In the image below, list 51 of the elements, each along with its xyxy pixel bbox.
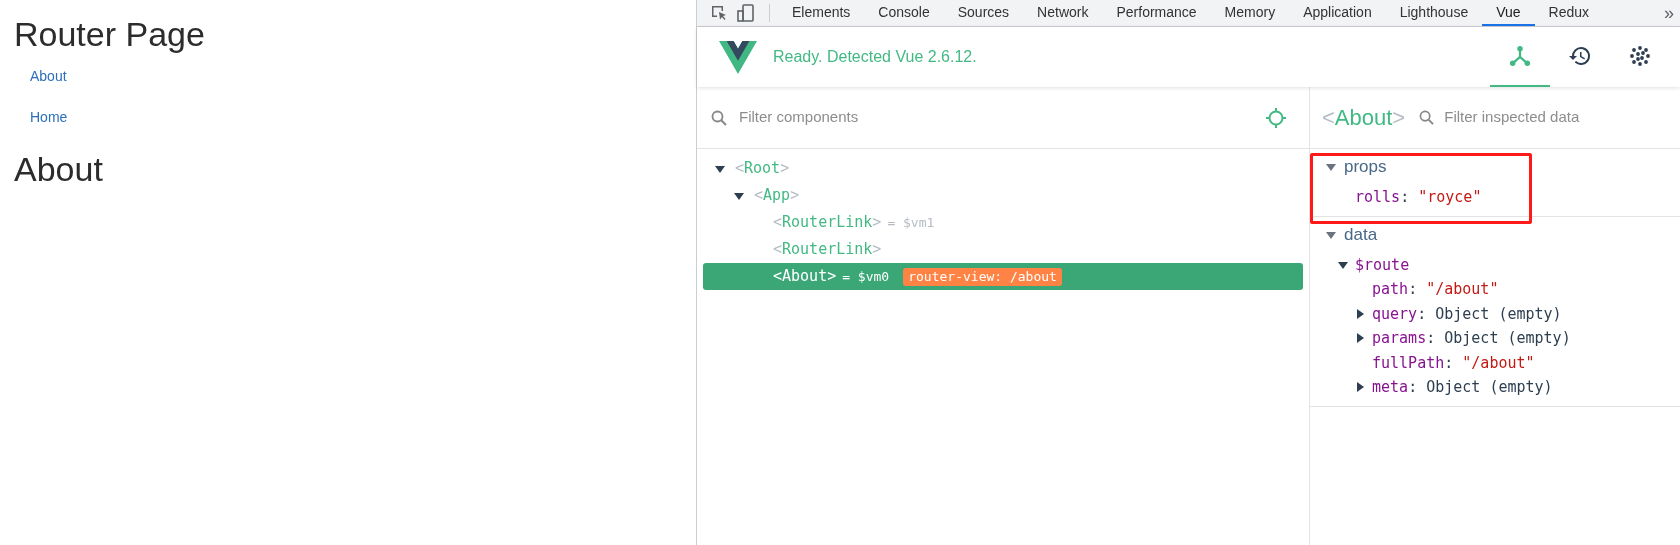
property-row-text: path: "/about": [1372, 279, 1499, 300]
devtools-tab[interactable]: Application: [1289, 0, 1386, 26]
search-icon: [711, 109, 727, 126]
property-row-text: meta: Object (empty): [1372, 377, 1553, 398]
dots-grid-icon[interactable]: [1630, 46, 1650, 66]
section-title[interactable]: props: [1344, 154, 1387, 180]
nav-link[interactable]: Home: [30, 107, 68, 127]
filter-data-field[interactable]: Filter inspected data: [1444, 106, 1668, 129]
devtools-tab[interactable]: Elements: [778, 0, 865, 26]
filter-components-field[interactable]: Filter components: [739, 106, 1265, 129]
devtools-tab[interactable]: Network: [1023, 0, 1103, 26]
collapse-arrow-icon[interactable]: [1338, 259, 1348, 270]
component-name: <App>: [754, 185, 800, 207]
component-name: <RouterLink>: [773, 212, 882, 234]
property-row-text: fullPath: "/about": [1372, 352, 1535, 374]
property-row-text: rolls: "royce": [1355, 187, 1482, 208]
page-title: Router Page: [14, 14, 206, 55]
instance-ref: = $vm1: [887, 213, 935, 232]
router-view-badge: router-view: /about: [903, 267, 1062, 286]
property-row-text: $route: [1355, 254, 1410, 276]
more-tabs-button[interactable]: »: [1658, 0, 1680, 26]
expand-arrow-icon[interactable]: [1355, 333, 1365, 344]
nav-link[interactable]: About: [30, 66, 67, 86]
vue-logo: [719, 40, 757, 74]
collapse-arrow-icon[interactable]: [734, 190, 744, 201]
collapse-arrow-icon[interactable]: [1326, 162, 1336, 172]
vue-status: Ready. Detected Vue 2.6.12.: [773, 47, 977, 67]
component-name: <Root>: [735, 158, 790, 180]
component-name: <About>: [773, 266, 837, 288]
property-row-text: params: Object (empty): [1372, 328, 1571, 349]
expand-arrow-icon[interactable]: [1355, 382, 1365, 393]
devtools-tab[interactable]: Lighthouse: [1385, 0, 1483, 26]
expand-arrow-icon[interactable]: [1355, 308, 1365, 319]
devtools-tab[interactable]: Performance: [1102, 0, 1211, 26]
inspected-component-name: <About>: [1322, 104, 1406, 132]
devtools-tab[interactable]: Sources: [943, 0, 1024, 26]
inspect-icon[interactable]: [711, 5, 727, 21]
history-icon[interactable]: [1568, 44, 1592, 68]
devtools-tab[interactable]: Memory: [1210, 0, 1290, 26]
collapse-arrow-icon[interactable]: [715, 163, 725, 174]
search-icon: [1419, 110, 1435, 125]
devtools-tab[interactable]: Console: [864, 0, 944, 26]
devtools-tab[interactable]: Redux: [1534, 0, 1604, 26]
section-title[interactable]: data: [1344, 221, 1378, 248]
instance-ref: = $vm0: [842, 267, 890, 286]
page-heading: About: [14, 149, 104, 190]
device-icon[interactable]: [737, 4, 755, 22]
property-row-text: query: Object (empty): [1372, 303, 1562, 325]
component-name: <RouterLink>: [773, 239, 882, 261]
collapse-arrow-icon[interactable]: [1326, 229, 1336, 240]
devtools-tab[interactable]: Vue: [1482, 0, 1535, 26]
